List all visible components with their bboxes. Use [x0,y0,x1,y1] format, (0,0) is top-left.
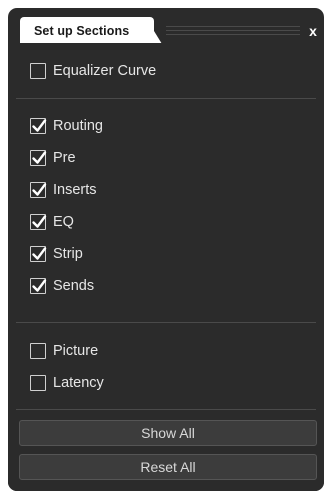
title-bar: Set up Sections x [8,8,324,44]
checkbox-label: EQ [53,214,74,230]
checkbox[interactable] [30,375,46,391]
checkbox[interactable] [30,182,47,198]
checkbox-latency[interactable]: Latency [30,372,104,394]
checkbox[interactable] [30,278,47,294]
divider [16,322,316,323]
checkbox-label: Latency [53,375,104,391]
checkbox-inserts[interactable]: Inserts [30,179,97,201]
checkbox[interactable] [30,214,47,230]
checkbox-picture[interactable]: Picture [30,340,98,362]
checkbox-label: Pre [53,150,76,166]
checkbox[interactable] [30,118,47,134]
checkbox-routing[interactable]: Routing [30,115,103,137]
checkmark-icon [32,119,47,132]
tab-set-up-sections[interactable]: Set up Sections [20,17,154,44]
checkbox[interactable] [30,246,47,262]
checkbox[interactable] [30,343,46,359]
divider [16,98,316,99]
checkbox[interactable] [30,63,46,79]
reset-all-button[interactable]: Reset All [19,454,317,480]
close-button[interactable]: x [306,23,320,39]
sections-list: Equalizer Curve Routing Pre Inserts EQ S… [8,43,324,491]
close-icon: x [309,23,317,39]
checkmark-icon [32,247,47,260]
checkmark-icon [32,279,47,292]
checkbox-label: Sends [53,278,95,294]
drag-handle[interactable] [166,26,300,36]
checkbox-strip[interactable]: Strip [30,243,83,265]
divider [16,409,316,410]
checkmark-icon [32,215,47,228]
checkbox-label: Picture [53,343,99,359]
grip-line [166,34,300,35]
checkbox-label: Routing [53,118,103,134]
checkbox-eq[interactable]: EQ [30,211,74,233]
checkbox-label: Strip [53,246,83,262]
checkmark-icon [32,151,47,164]
checkbox-pre[interactable]: Pre [30,147,76,169]
checkbox[interactable] [30,150,47,166]
checkbox-sends[interactable]: Sends [30,275,94,297]
grip-line [166,26,300,27]
checkbox-equalizer-curve[interactable]: Equalizer Curve [30,60,156,82]
checkmark-icon [32,183,47,196]
show-all-button[interactable]: Show All [19,420,317,446]
grip-line [166,30,300,31]
checkbox-label: Equalizer Curve [53,63,157,79]
set-up-sections-panel: Set up Sections x Equalizer Curve Routin… [8,8,324,491]
checkbox-label: Inserts [53,182,97,198]
